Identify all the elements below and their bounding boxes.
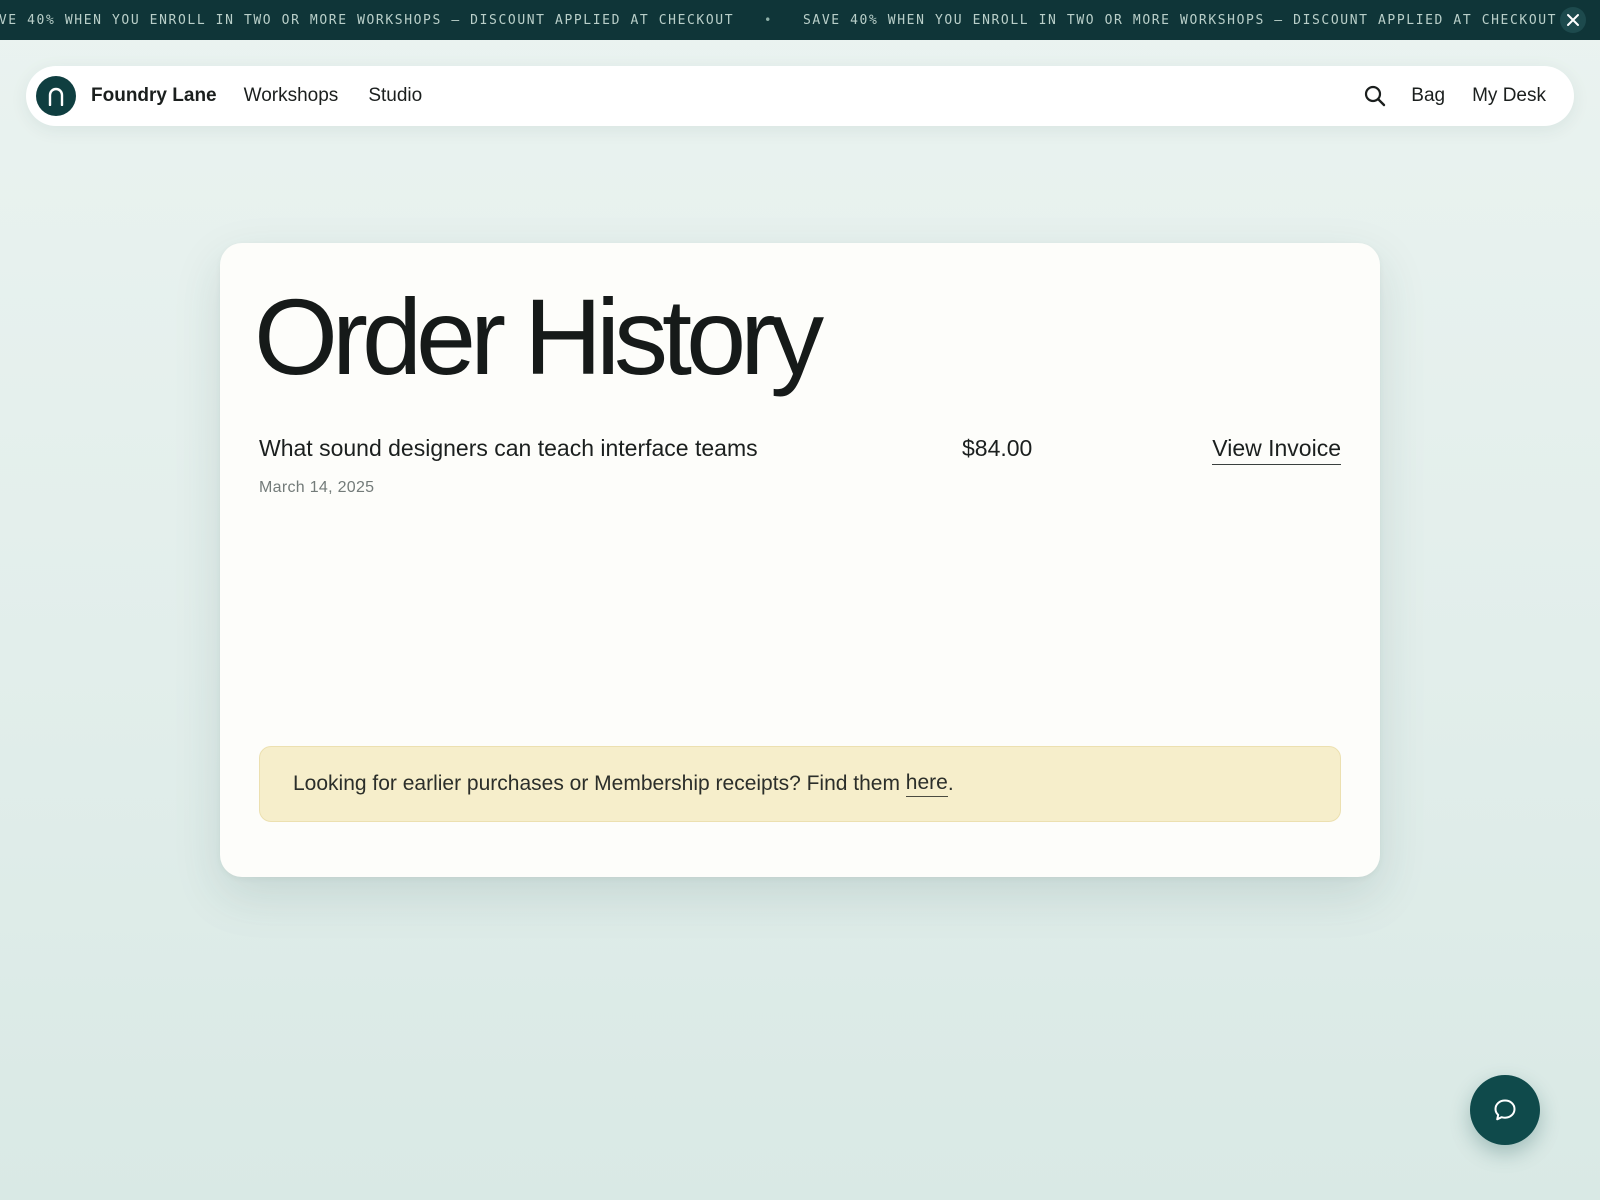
- promo-separator: •: [764, 13, 773, 27]
- earlier-purchases-notice: Looking for earlier purchases or Members…: [259, 746, 1341, 822]
- nav-link-bag[interactable]: Bag: [1411, 85, 1445, 107]
- promo-ticker: SAVE 40% WHEN YOU ENROLL IN TWO OR MORE …: [0, 0, 1557, 40]
- notice-text: Looking for earlier purchases or Members…: [293, 772, 906, 795]
- brand-logo[interactable]: [36, 76, 76, 116]
- view-invoice-link[interactable]: View Invoice: [1212, 435, 1341, 465]
- close-icon: [1567, 14, 1579, 26]
- promo-close-button[interactable]: [1560, 7, 1586, 33]
- arch-logo-icon: [48, 87, 64, 106]
- brand-name[interactable]: Foundry Lane: [91, 85, 217, 107]
- chat-button[interactable]: [1470, 1075, 1540, 1145]
- chat-bubble-icon: [1494, 1099, 1516, 1121]
- promo-banner: SAVE 40% WHEN YOU ENROLL IN TWO OR MORE …: [0, 0, 1600, 40]
- nav-link-my-desk[interactable]: My Desk: [1472, 85, 1546, 107]
- search-icon: [1365, 85, 1386, 107]
- order-date: March 14, 2025: [259, 479, 375, 496]
- search-button[interactable]: [1361, 82, 1389, 110]
- nav-link-workshops[interactable]: Workshops: [244, 85, 339, 107]
- order-row: What sound designers can teach interface…: [259, 435, 1341, 515]
- promo-message-repeat: SAVE 40% WHEN YOU ENROLL IN TWO OR MORE …: [802, 12, 1558, 28]
- top-navigation: Foundry Lane Workshops Studio Bag My Des…: [26, 66, 1574, 126]
- notice-suffix: .: [947, 772, 954, 795]
- order-title: What sound designers can teach interface…: [259, 435, 758, 461]
- nav-link-studio[interactable]: Studio: [368, 85, 422, 107]
- order-price: $84.00: [962, 435, 1033, 461]
- page-title: Order History: [254, 276, 824, 397]
- order-history-card: Order History What sound designers can t…: [220, 243, 1380, 877]
- promo-message: SAVE 40% WHEN YOU ENROLL IN TWO OR MORE …: [0, 12, 735, 28]
- notice-here-link[interactable]: here: [905, 771, 948, 797]
